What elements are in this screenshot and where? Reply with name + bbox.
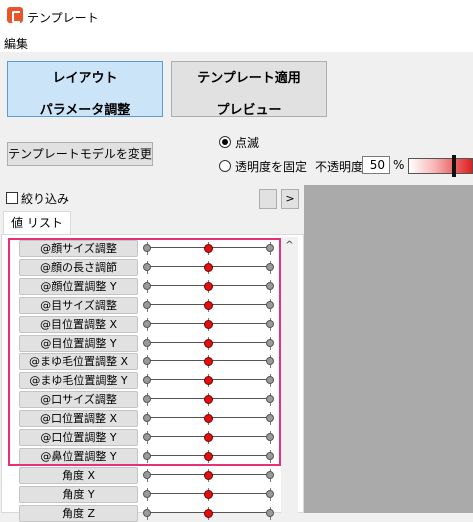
menu-edit[interactable]: 編集 xyxy=(4,35,28,52)
layout-mode-label: レイアウト xyxy=(52,71,118,86)
fixed-transparency-label: 透明度を固定 xyxy=(235,160,308,174)
parameter-name-button[interactable]: @口位置調整 Y xyxy=(19,429,138,446)
parameter-row: @口位置調整 Y xyxy=(19,429,299,446)
slider-max-knob[interactable] xyxy=(266,414,274,423)
filter-checkbox[interactable] xyxy=(6,192,18,204)
parameter-name-button[interactable]: @顔位置調整 Y xyxy=(19,277,138,295)
params-mode-label: パラメータ調整 xyxy=(39,103,131,118)
window-title: テンプレート xyxy=(27,11,99,25)
slider-value-knob[interactable] xyxy=(204,281,213,291)
slider-value-knob[interactable] xyxy=(204,357,213,367)
slider-max-knob[interactable] xyxy=(266,262,274,271)
parameter-row: @まゆ毛位置調整 X xyxy=(19,353,299,371)
slider-max-knob[interactable] xyxy=(266,281,274,290)
change-template-model-button[interactable]: テンプレートモデルを変更 xyxy=(7,142,153,166)
next-button[interactable]: > xyxy=(281,189,299,209)
parameter-row: 角度 Y xyxy=(19,485,299,503)
parameter-name-button[interactable]: @目サイズ調整 xyxy=(19,296,138,314)
slider-min-knob[interactable] xyxy=(143,281,151,290)
slider-value-knob[interactable] xyxy=(204,451,213,461)
parameter-name-button[interactable]: @口サイズ調整 xyxy=(19,391,138,409)
parameter-name-button[interactable]: @目位置調整 X xyxy=(19,315,138,333)
parameter-name-button[interactable]: @顔サイズ調整 xyxy=(19,240,138,257)
parameter-row: 角度 Z xyxy=(19,504,299,522)
slider-value-knob[interactable] xyxy=(204,489,213,499)
parameter-name-button[interactable]: @まゆ毛位置調整 Y xyxy=(19,372,138,390)
parameter-row: @口位置調整 X xyxy=(19,410,299,428)
filter-option-button[interactable] xyxy=(259,189,277,209)
parameter-row: @顔の長さ調節 xyxy=(19,258,299,276)
opacity-unit: % xyxy=(393,158,405,172)
parameter-name-button[interactable]: 角度 Z xyxy=(19,504,138,522)
parameter-row: @鼻位置調整 Y xyxy=(19,447,299,465)
slider-min-knob[interactable] xyxy=(143,395,151,404)
blink-radio[interactable] xyxy=(219,136,231,148)
opacity-input[interactable]: 50 xyxy=(362,156,390,174)
parameter-row: @目位置調整 X xyxy=(19,315,299,333)
slider-max-knob[interactable] xyxy=(266,300,274,309)
slider-max-knob[interactable] xyxy=(266,451,274,460)
slider-max-knob[interactable] xyxy=(266,395,274,404)
slider-min-knob[interactable] xyxy=(143,300,151,309)
filter-label: 絞り込み xyxy=(21,192,70,206)
slider-min-knob[interactable] xyxy=(143,357,151,366)
parameter-name-button[interactable]: 角度 Y xyxy=(19,485,138,503)
slider-min-knob[interactable] xyxy=(143,433,151,441)
parameter-name-button[interactable]: @鼻位置調整 Y xyxy=(19,447,138,465)
slider-min-knob[interactable] xyxy=(143,262,151,271)
parameter-row: @目位置調整 Y xyxy=(19,334,299,352)
parameter-name-button[interactable]: 角度 X xyxy=(19,466,138,484)
menu-bar xyxy=(0,32,473,52)
parameter-row: 角度 X xyxy=(19,466,299,484)
tab-value-list[interactable]: 値 リスト xyxy=(3,211,71,235)
slider-min-knob[interactable] xyxy=(143,244,151,252)
fixed-transparency-radio[interactable] xyxy=(219,160,231,172)
app-icon xyxy=(7,7,23,23)
slider-min-knob[interactable] xyxy=(143,319,151,328)
parameter-row: @まゆ毛位置調整 Y xyxy=(19,372,299,390)
parameter-name-button[interactable]: @まゆ毛位置調整 X xyxy=(19,353,138,371)
opacity-slider[interactable] xyxy=(408,158,473,174)
parameter-name-button[interactable]: @目位置調整 Y xyxy=(19,334,138,352)
parameter-row: @顔位置調整 Y xyxy=(19,277,299,295)
slider-min-knob[interactable] xyxy=(143,470,151,479)
apply-preview-mode-button[interactable]: テンプレート適用 プレビュー xyxy=(171,61,327,118)
slider-value-knob[interactable] xyxy=(204,508,213,518)
slider-value-knob[interactable] xyxy=(204,414,213,424)
slider-value-knob[interactable] xyxy=(204,262,213,272)
slider-min-knob[interactable] xyxy=(143,338,151,347)
slider-max-knob[interactable] xyxy=(266,319,274,328)
slider-min-knob[interactable] xyxy=(143,451,151,460)
slider-max-knob[interactable] xyxy=(266,338,274,347)
slider-max-knob[interactable] xyxy=(266,376,274,385)
slider-value-knob[interactable] xyxy=(204,319,213,329)
apply-mode-label: テンプレート適用 xyxy=(197,71,301,86)
slider-max-knob[interactable] xyxy=(266,489,274,498)
parameter-row: @顔サイズ調整 xyxy=(19,240,299,257)
parameter-name-button[interactable]: @顔の長さ調節 xyxy=(19,258,138,276)
slider-max-knob[interactable] xyxy=(266,470,274,479)
slider-value-knob[interactable] xyxy=(204,244,213,253)
slider-value-knob[interactable] xyxy=(204,470,213,480)
parameter-row: @口サイズ調整 xyxy=(19,391,299,409)
layout-params-mode-button[interactable]: レイアウト パラメータ調整 xyxy=(7,61,163,118)
slider-max-knob[interactable] xyxy=(266,244,274,252)
blink-label: 点滅 xyxy=(235,136,260,150)
slider-value-knob[interactable] xyxy=(204,338,213,348)
slider-value-knob[interactable] xyxy=(204,433,213,442)
slider-min-knob[interactable] xyxy=(143,376,151,385)
slider-value-knob[interactable] xyxy=(204,300,213,310)
preview-pane xyxy=(304,185,473,513)
parameter-row: @目サイズ調整 xyxy=(19,296,299,314)
slider-min-knob[interactable] xyxy=(143,414,151,423)
slider-value-knob[interactable] xyxy=(204,395,213,405)
slider-value-knob[interactable] xyxy=(204,376,213,386)
preview-mode-label: プレビュー xyxy=(216,103,282,118)
parameter-name-button[interactable]: @口位置調整 X xyxy=(19,410,138,428)
opacity-label: 不透明度 xyxy=(315,160,364,174)
opacity-slider-thumb[interactable] xyxy=(452,155,456,177)
slider-max-knob[interactable] xyxy=(266,433,274,441)
slider-max-knob[interactable] xyxy=(266,357,274,366)
slider-min-knob[interactable] xyxy=(143,489,151,498)
